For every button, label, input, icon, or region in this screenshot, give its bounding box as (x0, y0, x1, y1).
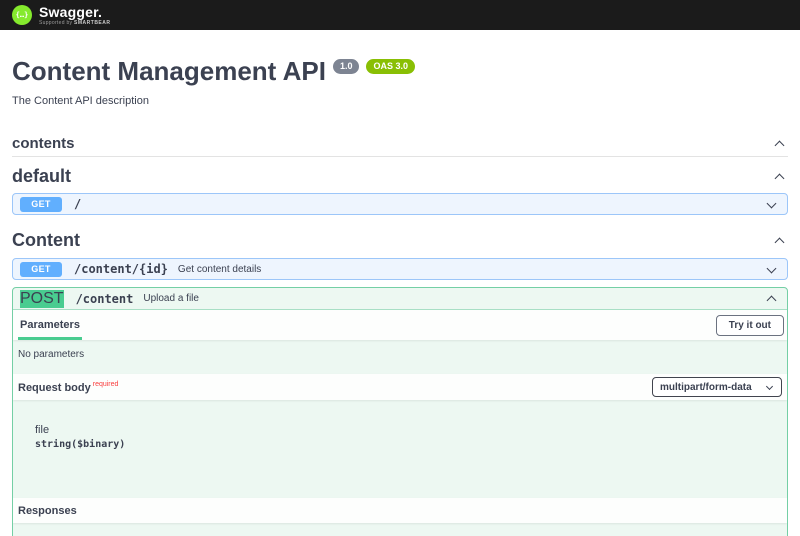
chevron-up-icon[interactable] (775, 174, 785, 184)
operation-summary: Upload a file (143, 293, 199, 304)
brand-name: Swagger. (39, 5, 111, 19)
body-field-type: string($binary) (35, 439, 787, 450)
tag-label-contents: contents (12, 135, 75, 152)
request-body-label-wrap: Request bodyrequired (18, 378, 118, 396)
operation-post-summary[interactable]: POST /content Upload a file (13, 288, 787, 310)
chevron-up-icon[interactable] (775, 140, 785, 150)
version-badge: 1.0 (333, 59, 360, 74)
chevron-down-icon (766, 382, 773, 389)
swagger-logo-icon (12, 5, 32, 25)
method-badge-get: GET (20, 197, 62, 212)
operation-get-content-id[interactable]: GET /content/{id} Get content details (12, 258, 788, 280)
method-badge-get: GET (20, 262, 62, 277)
media-type-value: multipart/form-data (660, 382, 752, 393)
try-it-out-button[interactable]: Try it out (716, 315, 784, 336)
request-body-label: Request body (18, 382, 91, 394)
tag-section-contents[interactable]: contents (12, 130, 788, 157)
operation-path: / (74, 197, 81, 211)
tag-label-content: Content (12, 230, 80, 251)
operation-summary: Get content details (178, 264, 261, 275)
chevron-down-icon[interactable] (767, 198, 777, 208)
no-parameters-text: No parameters (13, 340, 787, 374)
tag-section-content[interactable]: Content (12, 227, 788, 253)
body-field-name: file (35, 424, 787, 436)
operation-get-root[interactable]: GET / (12, 193, 788, 215)
swagger-logo[interactable]: Swagger. Supported by SMARTBEAR (12, 5, 111, 26)
tag-section-default[interactable]: default (12, 157, 788, 193)
request-body-content: file string($binary) (13, 400, 787, 498)
chevron-down-icon[interactable] (767, 263, 777, 273)
operation-path: /content/{id} (74, 262, 168, 276)
api-documentation: Content Management API 1.0 OAS 3.0 The C… (0, 56, 800, 536)
required-flag: required (93, 381, 119, 388)
tag-label-default: default (12, 166, 71, 187)
topbar: Swagger. Supported by SMARTBEAR (0, 0, 800, 30)
chevron-up-icon[interactable] (767, 296, 777, 306)
tagline-smartbear: SMARTBEAR (74, 20, 110, 26)
request-body-section-header: Request bodyrequired multipart/form-data (13, 374, 787, 400)
oas-badge: OAS 3.0 (366, 59, 415, 74)
operation-post-content: POST /content Upload a file Parameters T… (12, 287, 788, 536)
tab-parameters[interactable]: Parameters (18, 310, 82, 340)
chevron-up-icon[interactable] (775, 237, 785, 247)
media-type-select[interactable]: multipart/form-data (652, 377, 782, 397)
tagline-prefix: Supported by (39, 20, 72, 26)
operation-path: /content (76, 292, 134, 306)
responses-label: Responses (18, 505, 77, 517)
parameters-section-header: Parameters Try it out (13, 310, 787, 340)
responses-section-header: Responses (13, 498, 787, 523)
page-title: Content Management API 1.0 OAS 3.0 (12, 56, 788, 86)
method-badge-post: POST (20, 290, 64, 308)
brand-wrap: Swagger. Supported by SMARTBEAR (39, 5, 111, 26)
responses-body (13, 523, 787, 536)
api-title-text: Content Management API (12, 56, 326, 86)
api-description: The Content API description (12, 95, 788, 108)
brand-tagline: Supported by SMARTBEAR (39, 21, 111, 26)
